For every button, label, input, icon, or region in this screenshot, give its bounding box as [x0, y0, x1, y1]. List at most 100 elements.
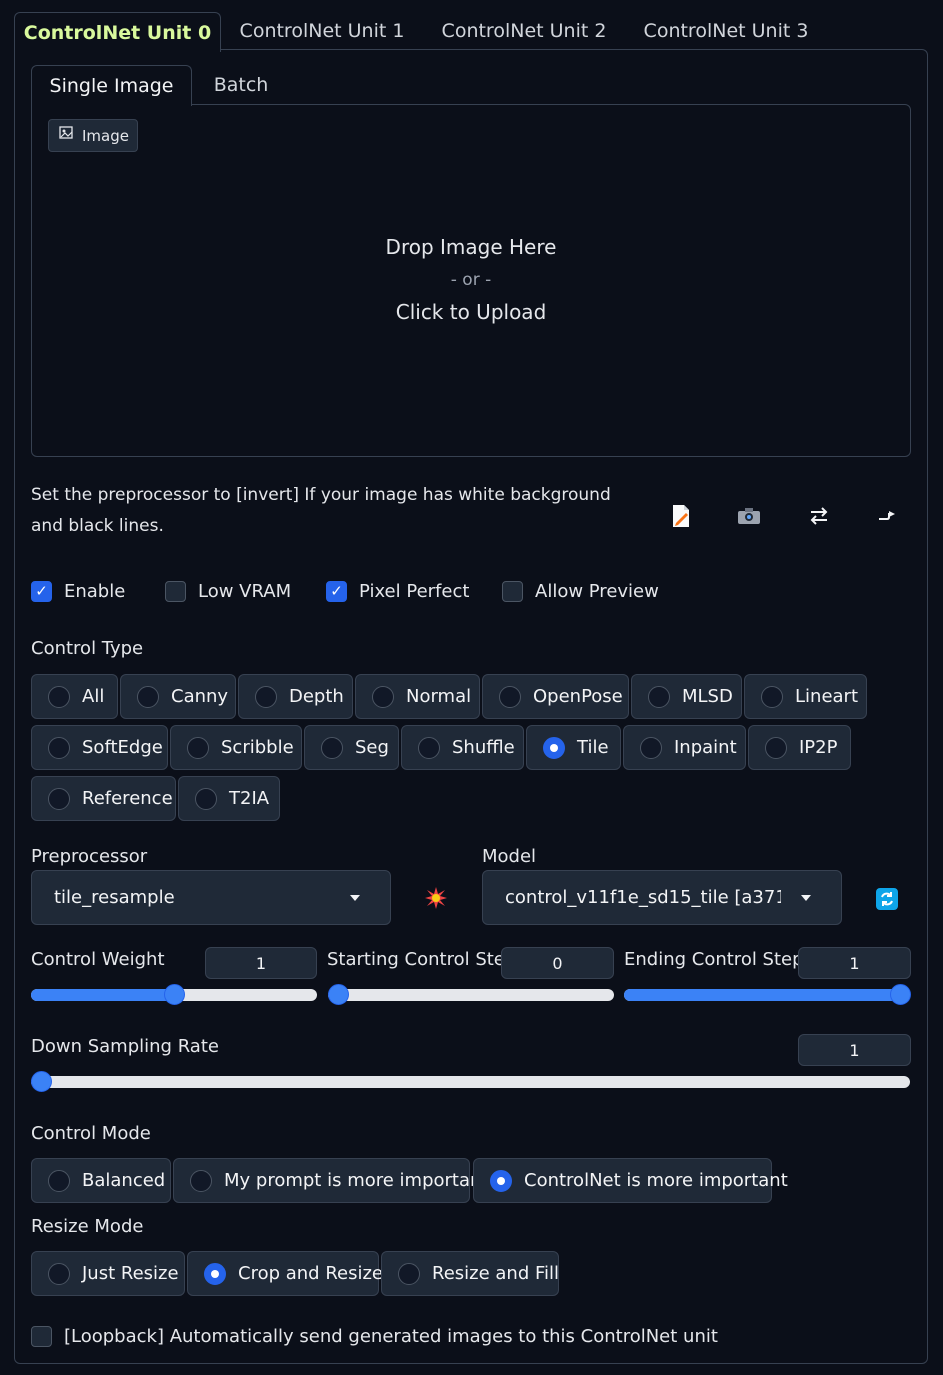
radio-label: SoftEdge [82, 737, 163, 758]
down-sampling-label: Down Sampling Rate [31, 1036, 219, 1057]
radio-icon [398, 1262, 420, 1285]
drop-text: Drop Image Here [385, 235, 557, 259]
slider-fill [31, 989, 174, 1001]
tab-single-image[interactable]: Single Image [31, 65, 192, 106]
pixel-perfect-label: Pixel Perfect [359, 580, 470, 602]
slider-fill [624, 989, 900, 1001]
radio-icon [255, 685, 277, 708]
allow-preview-label: Allow Preview [535, 580, 659, 602]
send-arrow-icon[interactable] [875, 503, 901, 529]
tab-controlnet-unit-2[interactable]: ControlNet Unit 2 [430, 12, 618, 50]
chevron-down-icon [801, 895, 811, 901]
preprocessor-value: tile_resample [54, 887, 175, 908]
control-type-seg[interactable]: Seg [304, 725, 399, 770]
model-label: Model [482, 846, 537, 867]
radio-icon [499, 685, 521, 708]
radio-icon [195, 787, 217, 810]
control-type-shuffle[interactable]: Shuffle [401, 725, 524, 770]
loopback-label: [Loopback] Automatically send generated … [64, 1325, 718, 1347]
radio-icon [418, 736, 440, 759]
control-mode-controlnet[interactable]: ControlNet is more important [473, 1158, 788, 1203]
control-weight-slider[interactable] [31, 984, 317, 1005]
pixel-perfect-checkbox[interactable]: ✓ Pixel Perfect [326, 577, 469, 605]
radio-label: Canny [171, 686, 229, 707]
radio-icon [48, 736, 70, 759]
control-type-ip2p[interactable]: IP2P [748, 725, 851, 770]
checkbox-empty-icon [165, 580, 186, 602]
preprocessor-dropdown[interactable]: tile_resample [31, 870, 391, 925]
control-mode-prompt[interactable]: My prompt is more important [173, 1158, 488, 1203]
refresh-icon[interactable] [874, 886, 900, 912]
tab-controlnet-unit-3[interactable]: ControlNet Unit 3 [632, 12, 820, 50]
radio-icon [187, 736, 209, 759]
radio-icon [190, 1169, 212, 1192]
down-sampling-input[interactable]: 1 [798, 1034, 911, 1066]
control-weight-input[interactable]: 1 [205, 947, 317, 979]
image-label-chip: Image [48, 119, 138, 152]
control-type-all[interactable]: All [31, 674, 118, 719]
down-sampling-slider[interactable] [31, 1071, 910, 1092]
resize-mode-resize-and-fill[interactable]: Resize and Fill [381, 1251, 559, 1296]
slider-thumb[interactable] [164, 984, 185, 1005]
radio-icon [372, 685, 394, 708]
radio-label: OpenPose [533, 686, 623, 707]
drop-or-text: - or - [450, 270, 492, 290]
control-type-mlsd[interactable]: MLSD [631, 674, 742, 719]
control-type-canny[interactable]: Canny [120, 674, 236, 719]
ending-step-slider[interactable] [624, 984, 911, 1005]
tab-controlnet-unit-1[interactable]: ControlNet Unit 1 [228, 12, 416, 50]
control-type-reference[interactable]: Reference [31, 776, 176, 821]
resize-mode-just-resize[interactable]: Just Resize [31, 1251, 185, 1296]
control-weight-label: Control Weight [31, 949, 165, 970]
starting-step-slider[interactable] [328, 984, 614, 1005]
radio-icon [765, 736, 787, 759]
loopback-checkbox[interactable]: [Loopback] Automatically send generated … [31, 1322, 718, 1350]
low-vram-label: Low VRAM [198, 580, 292, 602]
radio-label: Just Resize [82, 1263, 179, 1284]
radio-label: My prompt is more important [224, 1170, 489, 1191]
radio-label: Depth [289, 686, 344, 707]
control-type-normal[interactable]: Normal [355, 674, 480, 719]
image-chip-label: Image [82, 126, 129, 145]
control-mode-balanced[interactable]: Balanced [31, 1158, 171, 1203]
click-to-upload-text[interactable]: Click to Upload [31, 300, 911, 324]
enable-checkbox[interactable]: ✓ Enable [31, 577, 125, 605]
radio-icon [761, 685, 783, 708]
radio-label: IP2P [799, 737, 838, 758]
model-dropdown[interactable]: control_v11f1e_sd15_tile [a371b31b] [482, 870, 842, 925]
control-type-lineart[interactable]: Lineart [744, 674, 867, 719]
control-type-depth[interactable]: Depth [238, 674, 353, 719]
camera-icon[interactable] [736, 503, 762, 529]
tab-controlnet-unit-0[interactable]: ControlNet Unit 0 [14, 12, 221, 52]
radio-icon [48, 685, 70, 708]
run-preprocessor-icon[interactable] [423, 885, 449, 911]
image-icon [59, 126, 74, 145]
swap-icon[interactable] [806, 503, 832, 529]
control-type-tile[interactable]: Tile [526, 725, 621, 770]
model-value: control_v11f1e_sd15_tile [a371b31b] [505, 887, 781, 908]
edit-icon[interactable] [668, 503, 694, 529]
control-type-inpaint[interactable]: Inpaint [623, 725, 746, 770]
radio-selected-icon [490, 1169, 512, 1192]
slider-thumb[interactable] [328, 984, 349, 1005]
allow-preview-checkbox[interactable]: Allow Preview [502, 577, 659, 605]
tab-batch[interactable]: Batch [196, 65, 286, 105]
starting-step-input[interactable]: 0 [501, 947, 614, 979]
ending-step-input[interactable]: 1 [798, 947, 911, 979]
control-type-scribble[interactable]: Scribble [170, 725, 302, 770]
control-mode-label: Control Mode [31, 1123, 151, 1144]
slider-thumb[interactable] [31, 1071, 52, 1092]
radio-icon [48, 1169, 70, 1192]
resize-mode-crop-and-resize[interactable]: Crop and Resize [187, 1251, 383, 1296]
radio-label: ControlNet is more important [524, 1170, 788, 1191]
low-vram-checkbox[interactable]: Low VRAM [165, 577, 291, 605]
preprocessor-label: Preprocessor [31, 846, 148, 867]
radio-label: Crop and Resize [238, 1263, 383, 1284]
control-type-softedge[interactable]: SoftEdge [31, 725, 168, 770]
slider-thumb[interactable] [890, 984, 911, 1005]
radio-icon [48, 787, 70, 810]
radio-label: Normal [406, 686, 472, 707]
radio-label: Tile [577, 737, 609, 758]
control-type-t2ia[interactable]: T2IA [178, 776, 280, 821]
control-type-openpose[interactable]: OpenPose [482, 674, 629, 719]
